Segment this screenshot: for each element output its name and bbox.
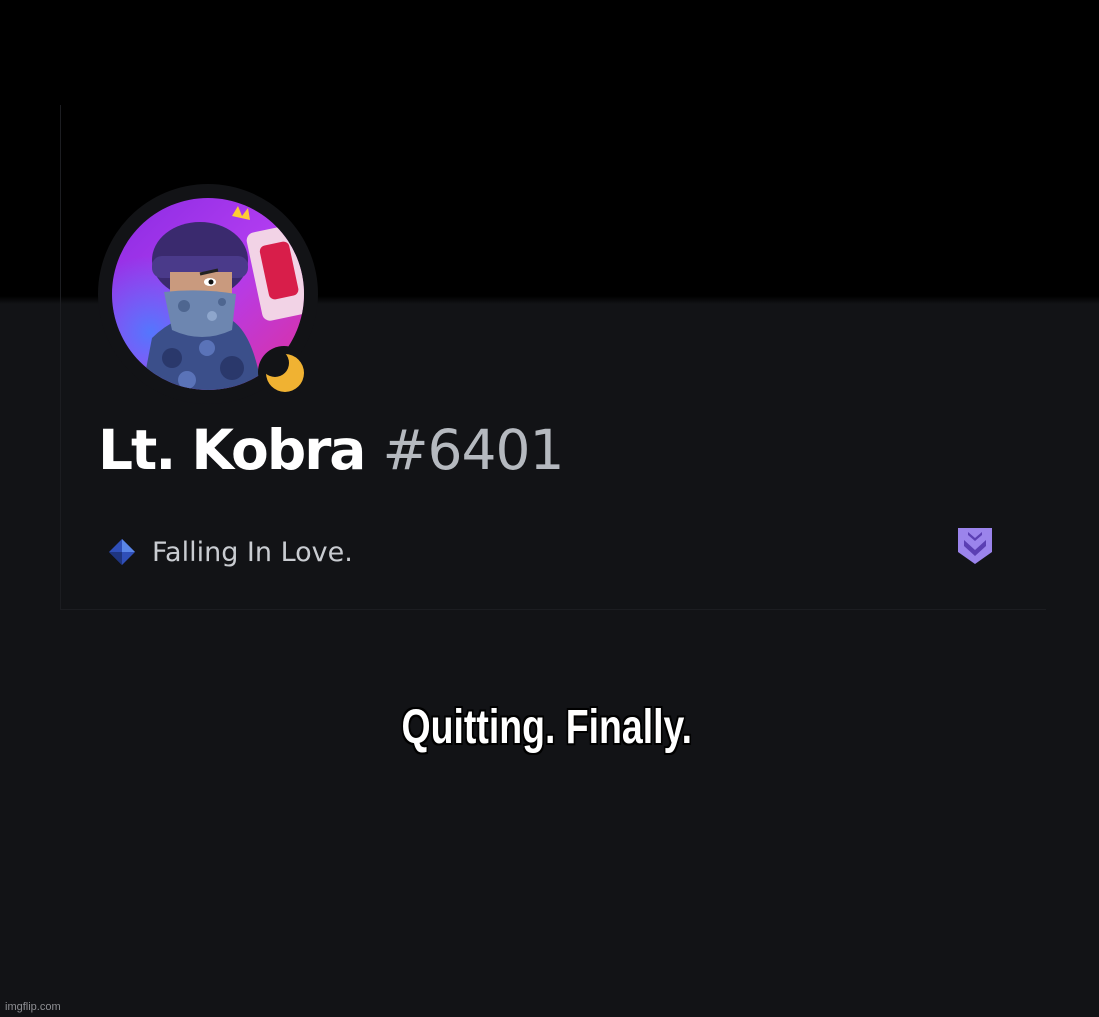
moon-icon xyxy=(261,349,304,392)
username[interactable]: Lt. Kobra xyxy=(98,418,366,482)
hypesquad-badge-icon[interactable] xyxy=(956,526,994,566)
custom-status-text: Falling In Love. xyxy=(152,536,353,568)
meme-caption: Quitting. Finally. xyxy=(401,701,692,754)
name-row: Lt. Kobra #6401 xyxy=(98,414,565,486)
custom-status-row: Falling In Love. xyxy=(106,530,353,574)
discriminator: #6401 xyxy=(382,418,564,482)
diamond-icon xyxy=(106,536,138,568)
watermark: imgflip.com xyxy=(5,1001,61,1013)
